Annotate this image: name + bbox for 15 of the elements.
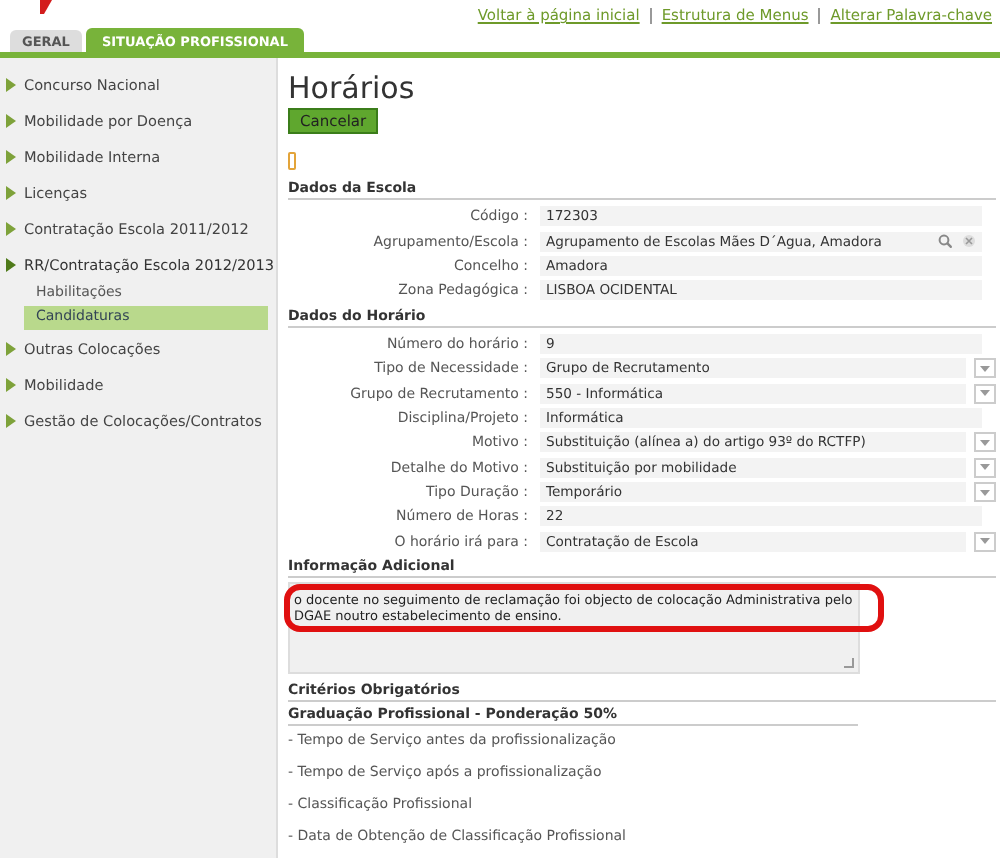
arrow-icon xyxy=(6,377,16,391)
arrow-icon xyxy=(6,113,16,127)
resize-grip-icon[interactable] xyxy=(844,658,854,669)
arrow-icon xyxy=(6,413,16,427)
clear-icon[interactable] xyxy=(962,234,976,249)
page-title: Horários xyxy=(288,70,417,108)
arrow-icon xyxy=(6,341,16,355)
arrow-icon xyxy=(6,257,16,271)
marker-icon xyxy=(288,152,296,170)
search-icon[interactable] xyxy=(938,234,952,249)
arrow-icon xyxy=(6,185,16,199)
arrow-icon xyxy=(6,221,16,235)
logo-mark-icon xyxy=(36,0,52,14)
arrow-icon xyxy=(6,149,16,163)
arrow-icon xyxy=(6,77,16,91)
